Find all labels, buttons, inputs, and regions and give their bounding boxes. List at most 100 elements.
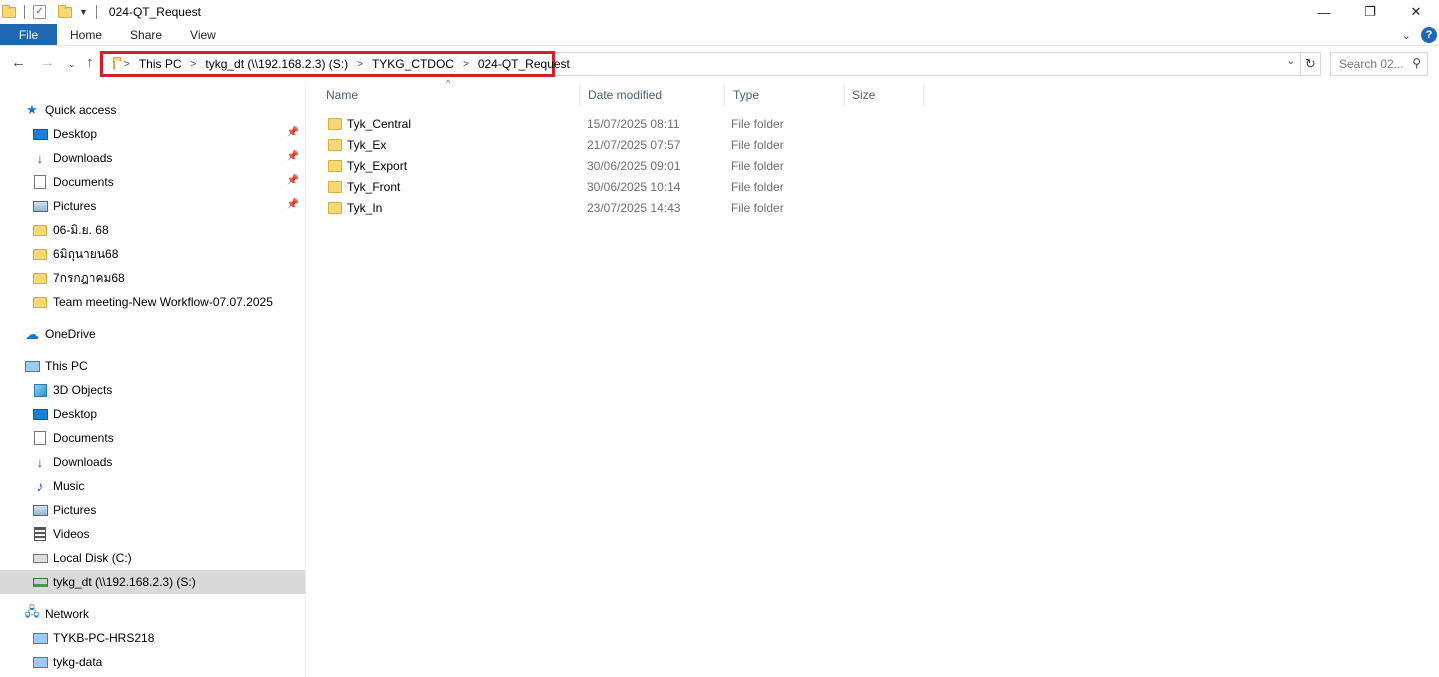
up-icon[interactable]: ↑ bbox=[86, 54, 94, 71]
breadcrumb-current-folder[interactable]: 024-QT_Request bbox=[478, 57, 570, 71]
sidebar-item-pictures[interactable]: Pictures bbox=[0, 498, 305, 522]
date-modified: 23/07/2025 14:43 bbox=[587, 200, 681, 215]
folder-icon bbox=[328, 180, 342, 193]
sidebar-item-videos[interactable]: Videos bbox=[0, 522, 305, 546]
sidebar-item-label: Documents bbox=[53, 175, 114, 189]
sidebar-item-music[interactable]: ♪ Music bbox=[0, 474, 305, 498]
date-modified: 15/07/2025 08:11 bbox=[587, 116, 680, 131]
sidebar-item-onedrive[interactable]: ☁ OneDrive bbox=[0, 322, 305, 346]
sidebar-item-label: Pictures bbox=[53, 199, 97, 213]
column-header-size[interactable]: Size bbox=[844, 84, 924, 106]
tab-share[interactable]: Share bbox=[116, 24, 176, 45]
sidebar-item-label: TYKB-PC-HRS218 bbox=[53, 631, 155, 645]
video-icon bbox=[32, 526, 48, 542]
sidebar-item-downloads[interactable]: ↓ Downloads bbox=[0, 450, 305, 474]
sidebar-item-network[interactable]: 🖧 Network bbox=[0, 602, 305, 626]
pin-icon[interactable]: 📌 bbox=[287, 175, 299, 186]
sidebar-item-folder[interactable]: 6มิถุนายน68 bbox=[0, 242, 305, 266]
table-row[interactable]: Tyk_Export 30/06/2025 09:01 File folder bbox=[318, 155, 928, 176]
pictures-icon bbox=[32, 502, 48, 518]
sidebar-item-label: Music bbox=[53, 479, 85, 493]
sidebar-item-label: 3D Objects bbox=[53, 383, 113, 397]
sidebar-item-network-computer[interactable]: TYKB-PC-HRS218 bbox=[0, 626, 305, 650]
chevron-right-icon[interactable]: > bbox=[357, 59, 363, 70]
sidebar-item-quick-access[interactable]: ★ Quick access bbox=[0, 98, 305, 122]
expand-ribbon-icon[interactable]: ⌄ bbox=[1402, 29, 1411, 42]
search-box[interactable]: ⚲ bbox=[1330, 52, 1428, 76]
breadcrumb-tykg-ctdoc[interactable]: TYKG_CTDOC bbox=[372, 57, 454, 71]
chevron-right-icon[interactable]: > bbox=[463, 59, 469, 70]
column-header-date[interactable]: Date modified bbox=[580, 84, 725, 106]
sidebar-item-folder[interactable]: 06-มิ.ย. 68 bbox=[0, 218, 305, 242]
sidebar-item-3d-objects[interactable]: 3D Objects bbox=[0, 378, 305, 402]
address-dropdown-icon[interactable]: ⌄ bbox=[1287, 56, 1295, 67]
window-controls: — ❐ ✕ bbox=[1301, 0, 1439, 24]
breadcrumb-this-pc[interactable]: This PC bbox=[139, 57, 182, 71]
close-button[interactable]: ✕ bbox=[1393, 0, 1439, 24]
table-row[interactable]: Tyk_Central 15/07/2025 08:11 File folder bbox=[318, 113, 928, 134]
date-modified: 30/06/2025 10:14 bbox=[587, 179, 681, 194]
folder-icon bbox=[328, 159, 342, 172]
sidebar-item-folder[interactable]: 7กรกฎาคม68 bbox=[0, 266, 305, 290]
date-modified: 30/06/2025 09:01 bbox=[587, 158, 681, 173]
tab-home[interactable]: Home bbox=[57, 24, 116, 45]
search-icon: ⚲ bbox=[1412, 56, 1421, 70]
folder-icon bbox=[32, 222, 48, 238]
sidebar-item-folder[interactable]: Team meeting-New Workflow-07.07.2025 bbox=[0, 290, 305, 314]
file-name: Tyk_Ex bbox=[347, 137, 387, 152]
refresh-button[interactable]: ↻ bbox=[1301, 52, 1321, 76]
breadcrumb: > This PC > tykg_dt (\\192.168.2.3) (S:)… bbox=[100, 51, 570, 77]
table-row[interactable]: Tyk_In 23/07/2025 14:43 File folder bbox=[318, 197, 928, 218]
sidebar-item-downloads[interactable]: ↓ Downloads 📌 bbox=[0, 146, 305, 170]
file-list: ^ Name Date modified Type Size Tyk_Centr… bbox=[318, 78, 1439, 677]
breadcrumb-drive[interactable]: tykg_dt (\\192.168.2.3) (S:) bbox=[205, 57, 348, 71]
sidebar-item-documents[interactable]: Documents bbox=[0, 426, 305, 450]
minimize-button[interactable]: — bbox=[1301, 0, 1347, 24]
column-header-type[interactable]: Type bbox=[725, 84, 845, 106]
maximize-button[interactable]: ❐ bbox=[1347, 0, 1393, 24]
sidebar-item-local-disk[interactable]: Local Disk (C:) bbox=[0, 546, 305, 570]
network-icon: 🖧 bbox=[24, 604, 40, 619]
sidebar-item-documents[interactable]: Documents 📌 bbox=[0, 170, 305, 194]
column-header-name[interactable]: Name bbox=[318, 84, 580, 106]
forward-icon[interactable]: → bbox=[40, 54, 55, 71]
sidebar-item-pictures[interactable]: Pictures 📌 bbox=[0, 194, 305, 218]
sidebar-item-desktop[interactable]: Desktop bbox=[0, 402, 305, 426]
customize-toolbar-icon[interactable]: ▼ bbox=[79, 7, 88, 17]
sidebar-item-label: Desktop bbox=[53, 127, 98, 141]
address-bar[interactable]: > This PC > tykg_dt (\\192.168.2.3) (S:)… bbox=[99, 51, 1301, 77]
ribbon-right: ⌄ ? bbox=[1402, 24, 1439, 46]
sidebar-item-label: Documents bbox=[53, 431, 114, 445]
sidebar-item-label: This PC bbox=[45, 359, 88, 373]
download-icon: ↓ bbox=[36, 150, 44, 166]
file-name: Tyk_Front bbox=[347, 179, 401, 194]
file-type: File folder bbox=[731, 200, 784, 215]
search-input[interactable] bbox=[1339, 57, 1405, 71]
sidebar-item-label: Team meeting-New Workflow-07.07.2025 bbox=[53, 295, 273, 309]
tab-file[interactable]: File bbox=[0, 24, 57, 45]
folder-icon[interactable] bbox=[2, 4, 16, 18]
table-row[interactable]: Tyk_Front 30/06/2025 10:14 File folder bbox=[318, 176, 928, 197]
tab-view[interactable]: View bbox=[176, 24, 230, 45]
sidebar-item-label: tykg_dt (\\192.168.2.3) (S:) bbox=[53, 575, 196, 589]
folder-icon bbox=[328, 138, 342, 151]
new-folder-icon[interactable] bbox=[58, 4, 72, 18]
chevron-right-icon[interactable]: > bbox=[124, 59, 130, 70]
sidebar-item-this-pc[interactable]: This PC bbox=[0, 354, 305, 378]
ribbon-tabs: File Home Share View ⌄ ? bbox=[0, 24, 1439, 46]
sidebar-item-network-computer[interactable]: tykg-data bbox=[0, 650, 305, 674]
recent-locations-icon[interactable]: ⌄ bbox=[68, 59, 76, 70]
pin-icon[interactable]: 📌 bbox=[287, 151, 299, 162]
pictures-icon bbox=[32, 198, 48, 214]
help-icon[interactable]: ? bbox=[1421, 27, 1437, 43]
pin-icon[interactable]: 📌 bbox=[287, 127, 299, 138]
pin-icon[interactable]: 📌 bbox=[287, 199, 299, 210]
sidebar-item-desktop[interactable]: Desktop 📌 bbox=[0, 122, 305, 146]
properties-icon[interactable]: ✓ bbox=[33, 5, 46, 19]
music-icon: ♪ bbox=[36, 478, 44, 494]
table-row[interactable]: Tyk_Ex 21/07/2025 07:57 File folder bbox=[318, 134, 928, 155]
chevron-right-icon[interactable]: > bbox=[191, 59, 197, 70]
sidebar-item-network-drive[interactable]: tykg_dt (\\192.168.2.3) (S:) bbox=[0, 570, 305, 594]
back-icon[interactable]: ← bbox=[11, 54, 26, 71]
sidebar-item-label: Network bbox=[45, 607, 90, 621]
